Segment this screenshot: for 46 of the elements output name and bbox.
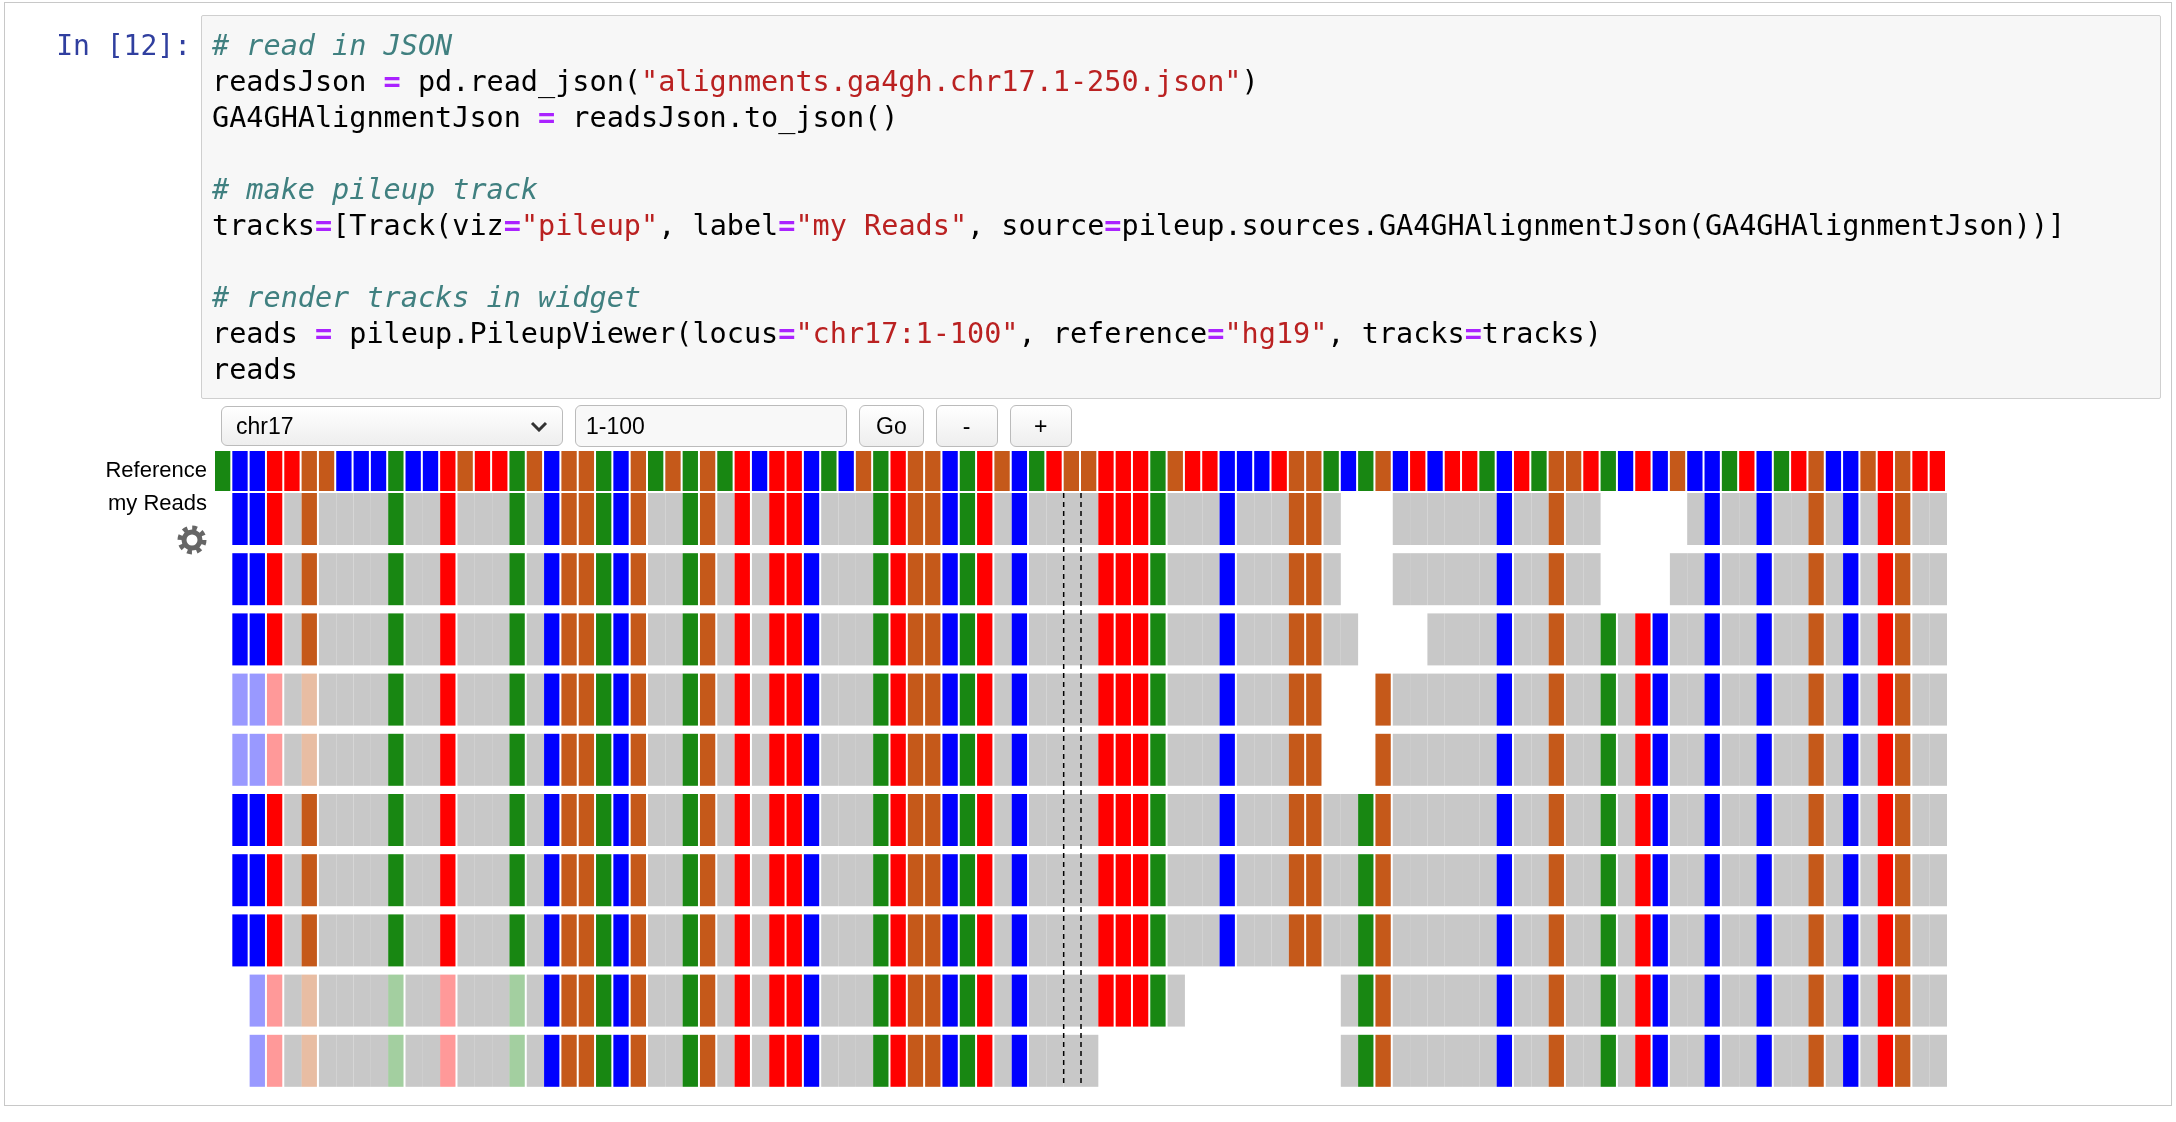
code-token: pileup.sources.GA4GHAlignmentJson(GA4GHAlignmentJson))] [1121, 209, 2066, 242]
code-token: = [383, 65, 401, 98]
cell-prompt: In [12]: [55, 28, 192, 62]
code-token: = [1104, 209, 1122, 242]
code-token: = [538, 101, 556, 134]
code-token: "my Reads" [795, 209, 968, 242]
code-token: , tracks [1327, 317, 1465, 350]
code-token: = [314, 317, 333, 350]
code-token: GA4GHAlignmentJson [212, 101, 522, 134]
code-token: "chr17:1-100" [795, 317, 1019, 350]
zoom-out-button[interactable]: - [935, 405, 998, 447]
caret-icon [530, 420, 548, 432]
code-token: "pileup" [520, 209, 659, 242]
reference-track-label: Reference [105, 456, 207, 484]
code-token: readsJson [212, 65, 368, 98]
code-token: reads [212, 353, 298, 386]
zoom-in-button[interactable]: + [1009, 405, 1072, 447]
code-comment: # read in JSON [212, 29, 453, 62]
code-token: "alignments.ga4gh.chr17.1-250.json" [641, 65, 1242, 98]
code-comment: # make pileup track [212, 173, 538, 206]
contig-dropdown[interactable]: chr17 [221, 406, 563, 446]
code-token: pileup.PileupViewer(locus [348, 317, 779, 350]
code-token: ) [1241, 65, 1259, 98]
code-token: = [503, 209, 521, 242]
code-token: = [778, 317, 796, 350]
code-cell[interactable] [201, 15, 2161, 399]
go-button[interactable]: Go [859, 405, 924, 447]
reads-track-label: my Reads [107, 489, 207, 517]
range-field[interactable]: 1-100 [575, 405, 847, 447]
code-token: tracks) [1481, 317, 1602, 350]
code-token: , reference [1018, 317, 1208, 350]
code-token: , label [658, 209, 779, 242]
code-token: pd.read_json( [416, 65, 641, 98]
code-token: tracks [212, 209, 315, 242]
code-token: "hg19" [1224, 317, 1328, 350]
dropdown-value: chr17 [236, 412, 294, 440]
code-token: = [1207, 317, 1225, 350]
settings-icon[interactable] [177, 525, 207, 555]
code-token: reads [212, 317, 299, 350]
code-token: = [778, 209, 796, 242]
code-comment: # render tracks in widget [212, 281, 641, 314]
code-token: = [314, 209, 333, 242]
code-token: , source [967, 209, 1105, 242]
code-token: readsJson.to_json() [571, 101, 899, 134]
code-token: = [1464, 317, 1482, 350]
code-token: [Track(viz [332, 209, 504, 242]
